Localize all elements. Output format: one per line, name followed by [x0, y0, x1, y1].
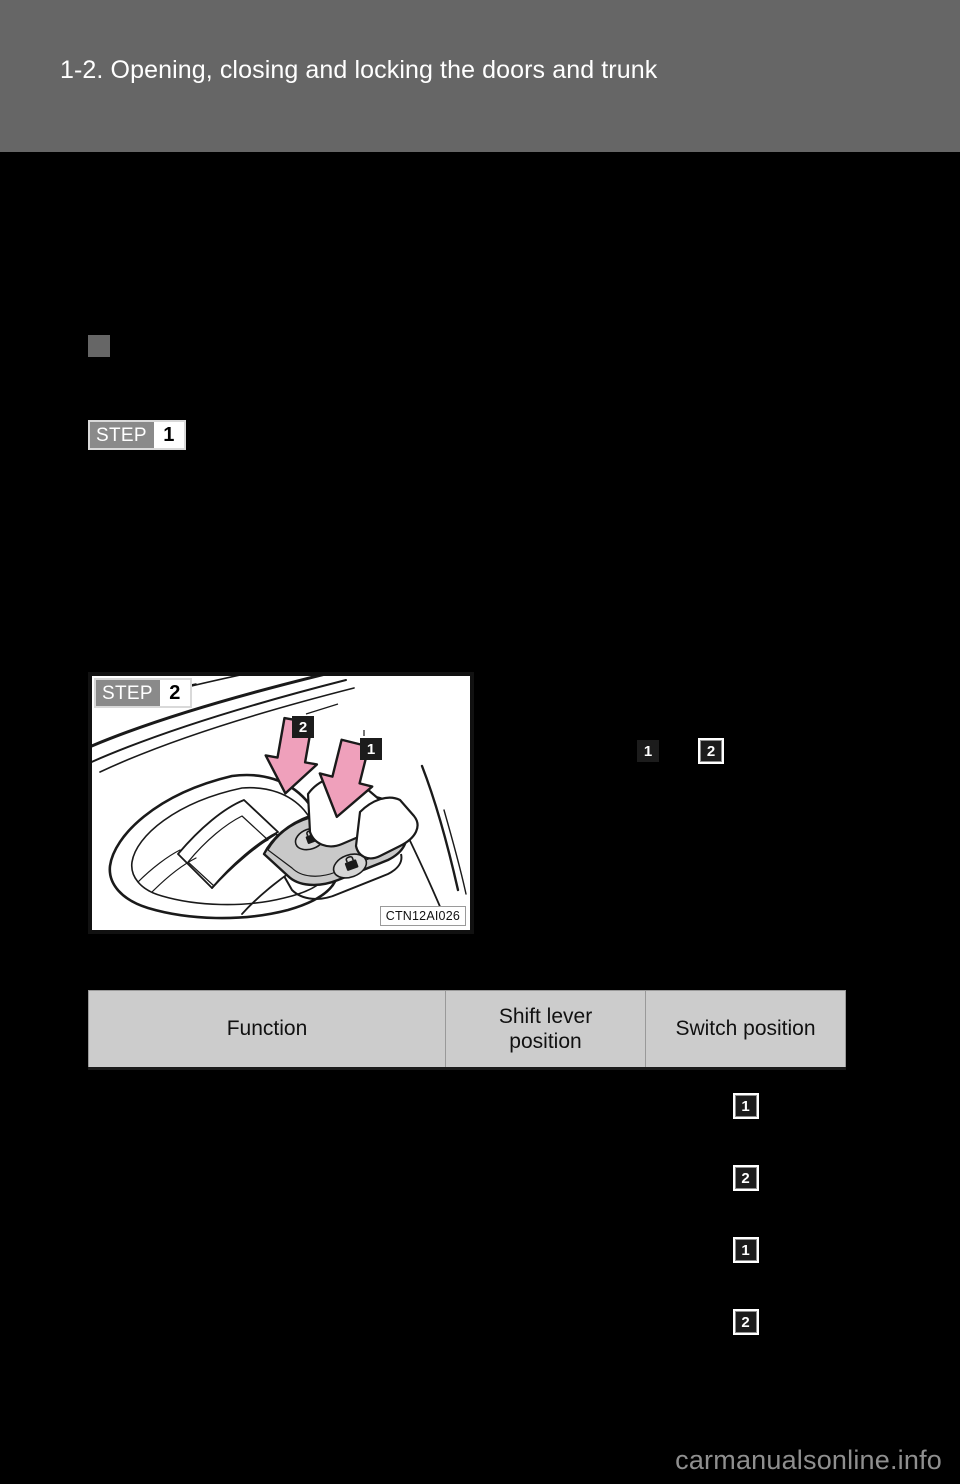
table-header-row: Function Shift lever position Switch pos… [88, 990, 846, 1070]
cell-function [88, 1214, 446, 1286]
switch-position-badge: 1 [734, 1095, 757, 1118]
cell-shift-lever-position [445, 1286, 646, 1358]
column-header-shift-lever-position: Shift lever position [445, 990, 646, 1070]
switch-position-badge: 2 [734, 1167, 757, 1190]
illustration-caption: CTN12AI026 [379, 906, 466, 926]
column-header-switch-position: Switch position [645, 990, 846, 1070]
switch-position-badge: 1 [734, 1239, 757, 1262]
table-row: 2 [88, 1286, 846, 1358]
step-1-number: 1 [153, 422, 184, 448]
page-title: 1-2. Opening, closing and locking the do… [60, 56, 658, 84]
site-watermark: carmanualsonline.info [675, 1445, 942, 1475]
illustration-callout-2: 2 [292, 716, 314, 738]
cell-shift-lever-position [445, 1214, 646, 1286]
shift-lever-line-2: position [509, 1030, 582, 1053]
cell-function [88, 1068, 446, 1142]
cell-function [88, 1286, 446, 1358]
page-body: STEP 1 STEP 2 2 1 CTN12AI026 1 2 Functio… [0, 152, 960, 1484]
column-header-function: Function [88, 990, 446, 1070]
cell-switch-position: 2 [645, 1142, 846, 1214]
cell-shift-lever-position [445, 1142, 646, 1214]
cell-shift-lever-position [445, 1068, 646, 1142]
step-2-label: STEP [96, 680, 160, 706]
table-row: 2 [88, 1142, 846, 1214]
inline-callout-1: 1 [637, 740, 659, 762]
table-row: 1 [88, 1068, 846, 1142]
step-2-number: 2 [159, 680, 190, 706]
illustration-callout-1: 1 [360, 738, 382, 760]
switch-position-badge: 2 [734, 1311, 757, 1334]
illustration-linework [92, 676, 467, 920]
cell-switch-position: 1 [645, 1214, 846, 1286]
door-lock-switch-illustration: STEP 2 2 1 CTN12AI026 [88, 672, 474, 934]
shift-lever-line-1: Shift lever [498, 1004, 593, 1028]
cell-function [88, 1142, 446, 1214]
square-bullet-icon [88, 335, 110, 357]
cell-switch-position: 2 [645, 1286, 846, 1358]
table-row: 1 [88, 1214, 846, 1286]
cell-switch-position: 1 [645, 1068, 846, 1142]
step-1-badge: STEP 1 [88, 420, 186, 450]
page-header-band: 1-2. Opening, closing and locking the do… [0, 0, 960, 152]
step-2-badge: STEP 2 [94, 678, 192, 708]
inline-callout-2: 2 [700, 740, 722, 762]
step-1-label: STEP [90, 422, 154, 448]
function-switch-table: Function Shift lever position Switch pos… [88, 990, 846, 1358]
